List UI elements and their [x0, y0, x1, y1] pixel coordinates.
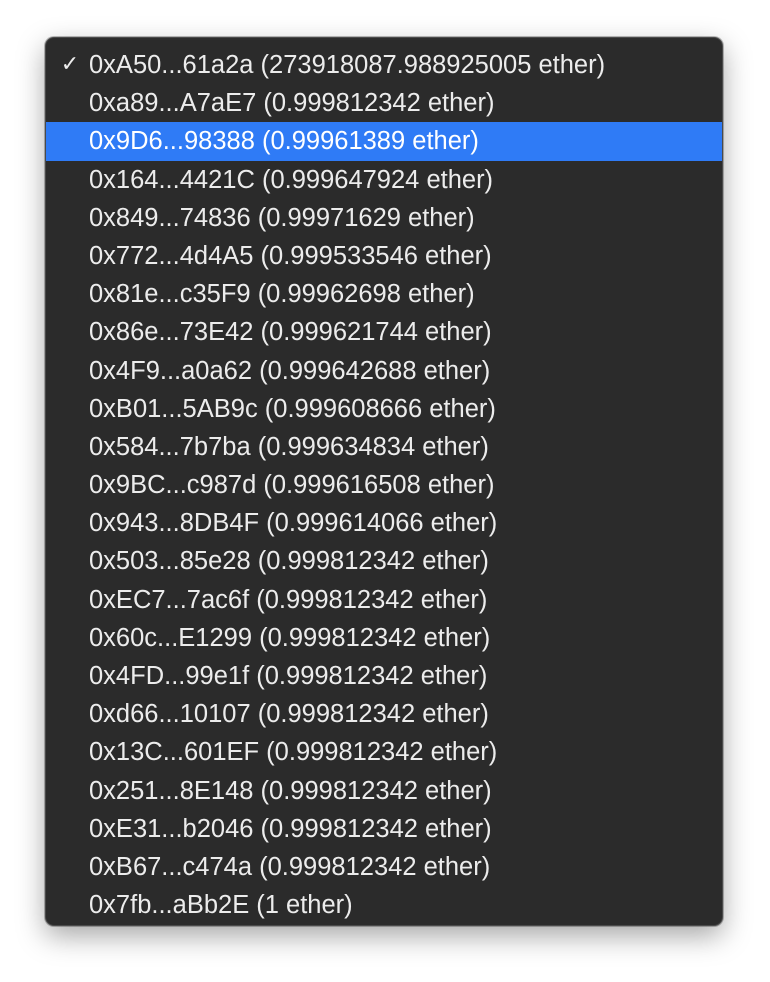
menu-item-label: 0xB01...5AB9c (0.999608666 ether) — [89, 394, 496, 423]
menu-item-label: 0x943...8DB4F (0.999614066 ether) — [89, 509, 498, 538]
menu-item-account[interactable]: 0x4FD...99e1f (0.999812342 ether) — [46, 657, 722, 695]
menu-item-label: 0x9D6...98388 (0.99961389 ether) — [89, 127, 479, 156]
menu-item-label: 0x4FD...99e1f (0.999812342 ether) — [89, 662, 488, 690]
menu-item-account[interactable]: 0xE31...b2046 (0.999812342 ether) — [46, 810, 722, 848]
menu-item-account[interactable]: 0xa89...A7aE7 (0.999812342 ether) — [46, 84, 722, 122]
menu-item-account[interactable]: ✓ 0xA50...61a2a (273918087.988925005 eth… — [46, 46, 722, 84]
menu-item-label: 0x9BC...c987d (0.999616508 ether) — [89, 471, 495, 500]
menu-item-account[interactable]: 0x503...85e28 (0.999812342 ether) — [46, 542, 722, 580]
menu-item-account[interactable]: 0x4F9...a0a62 (0.999642688 ether) — [46, 352, 722, 390]
menu-item-label: 0x503...85e28 (0.999812342 ether) — [89, 547, 489, 576]
menu-item-label: 0x849...74836 (0.99971629 ether) — [89, 203, 475, 232]
menu-item-label: 0x7fb...aBb2E (1 ether) — [89, 891, 353, 920]
menu-item-account[interactable]: 0x13C...601EF (0.999812342 ether) — [46, 733, 722, 771]
menu-item-label: 0x164...4421C (0.999647924 ether) — [89, 165, 494, 194]
menu-item-account[interactable]: 0x7fb...aBb2E (1 ether) — [46, 886, 722, 924]
menu-item-account[interactable]: 0x9BC...c987d (0.999616508 ether) — [46, 466, 722, 504]
menu-item-label: 0x86e...73E42 (0.999621744 ether) — [89, 318, 492, 347]
menu-item-account[interactable]: 0xEC7...7ac6f (0.999812342 ether) — [46, 581, 722, 619]
menu-item-account[interactable]: 0x164...4421C (0.999647924 ether) — [46, 161, 722, 199]
menu-item-label: 0x251...8E148 (0.999812342 ether) — [89, 776, 492, 805]
menu-item-account[interactable]: 0x584...7b7ba (0.999634834 ether) — [46, 428, 722, 466]
menu-item-account[interactable]: 0x849...74836 (0.99971629 ether) — [46, 199, 722, 237]
menu-item-label: 0x13C...601EF (0.999812342 ether) — [89, 738, 498, 767]
menu-item-account[interactable]: 0x772...4d4A5 (0.999533546 ether) — [46, 237, 722, 275]
menu-item-account[interactable]: 0xd66...10107 (0.999812342 ether) — [46, 695, 722, 733]
menu-item-label: 0xd66...10107 (0.999812342 ether) — [89, 700, 489, 729]
menu-item-label: 0xA50...61a2a (273918087.988925005 ether… — [89, 51, 606, 79]
account-dropdown-menu: ✓ 0xA50...61a2a (273918087.988925005 eth… — [45, 37, 723, 926]
menu-item-label: 0x584...7b7ba (0.999634834 ether) — [89, 432, 489, 461]
menu-item-account-highlighted[interactable]: 0x9D6...98388 (0.99961389 ether) — [46, 122, 722, 161]
menu-item-label: 0xEC7...7ac6f (0.999812342 ether) — [89, 585, 488, 614]
menu-item-account[interactable]: 0xB67...c474a (0.999812342 ether) — [46, 848, 722, 886]
menu-item-account[interactable]: 0x86e...73E42 (0.999621744 ether) — [46, 313, 722, 351]
menu-item-account[interactable]: 0x60c...E1299 (0.999812342 ether) — [46, 619, 722, 657]
menu-item-account[interactable]: 0x251...8E148 (0.999812342 ether) — [46, 772, 722, 810]
menu-item-account[interactable]: 0x943...8DB4F (0.999614066 ether) — [46, 504, 722, 542]
menu-item-account[interactable]: 0xB01...5AB9c (0.999608666 ether) — [46, 390, 722, 428]
menu-item-label: 0xa89...A7aE7 (0.999812342 ether) — [89, 89, 495, 118]
menu-item-label: 0x60c...E1299 (0.999812342 ether) — [89, 623, 491, 652]
menu-item-label: 0x4F9...a0a62 (0.999642688 ether) — [89, 356, 491, 385]
menu-item-account[interactable]: 0x81e...c35F9 (0.99962698 ether) — [46, 275, 722, 313]
checkmark-icon: ✓ — [60, 52, 80, 77]
menu-item-label: 0x772...4d4A5 (0.999533546 ether) — [89, 241, 492, 270]
menu-item-label: 0xE31...b2046 (0.999812342 ether) — [89, 814, 492, 843]
menu-item-label: 0x81e...c35F9 (0.99962698 ether) — [89, 280, 475, 309]
menu-item-label: 0xB67...c474a (0.999812342 ether) — [89, 852, 491, 881]
